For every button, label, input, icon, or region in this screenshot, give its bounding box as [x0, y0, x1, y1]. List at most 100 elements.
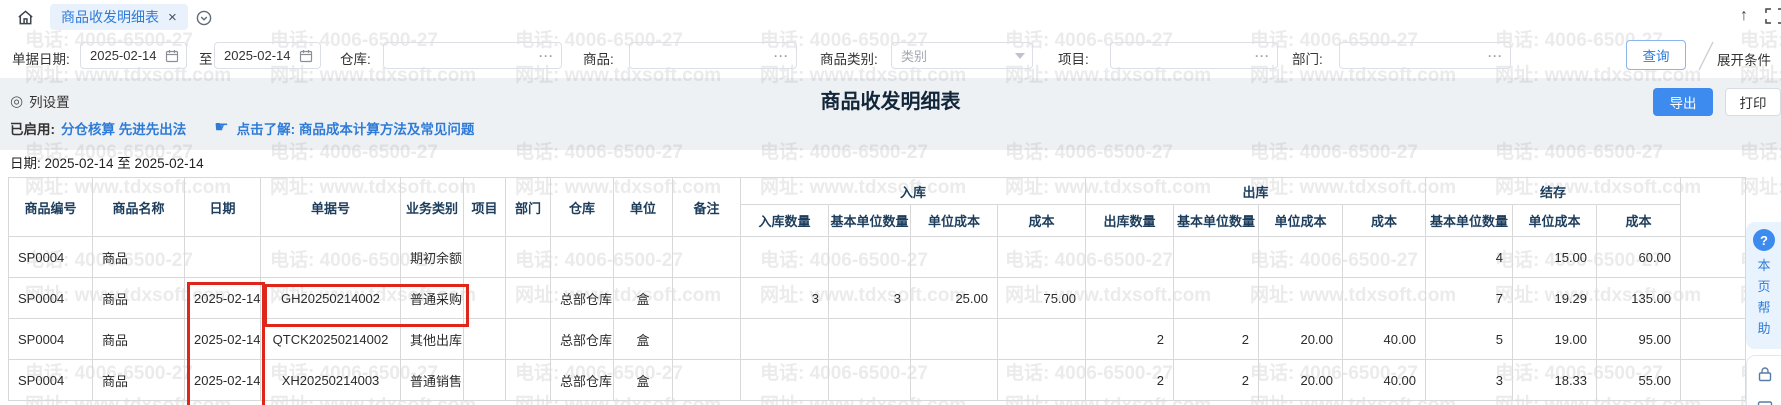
table-cell: 19.00 [1513, 319, 1597, 360]
column-header[interactable]: 单位 [614, 178, 673, 237]
chevron-down-icon [1015, 53, 1025, 59]
table-cell: 总部仓库 [551, 360, 614, 401]
table-cell: 40.00 [1343, 319, 1426, 360]
page-help-label: 本页帮助 [1757, 255, 1770, 339]
more-icon[interactable]: ··· [1255, 49, 1270, 63]
table-cell: 40.00 [1343, 360, 1426, 401]
column-header[interactable]: 成本 [1343, 205, 1426, 237]
column-header[interactable]: 日期 [185, 178, 261, 237]
table-cell [506, 319, 551, 360]
table-cell: 商品 [93, 360, 185, 401]
table-cell [1086, 278, 1174, 319]
report-date-range: 日期: 2025-02-14 至 2025-02-14 [10, 152, 204, 172]
enabled-methods-link[interactable]: 分仓核算 先进先出法 [61, 118, 186, 138]
table-cell [614, 237, 673, 278]
more-icon[interactable]: ··· [774, 49, 789, 63]
expand-window-icon[interactable] [1764, 7, 1781, 30]
column-header[interactable]: 成本 [998, 205, 1086, 237]
page-help-button[interactable]: ? 本页帮助 [1746, 222, 1781, 349]
date-end-value: 2025-02-14 [215, 48, 299, 63]
report-table: 商品编号商品名称日期单据号业务类别项目部门仓库单位备注入库出库结存入库数量基本单… [8, 177, 1746, 401]
warehouse-label: 仓库: [340, 48, 371, 68]
table-cell [829, 319, 911, 360]
column-header[interactable]: 基本单位数量 [1426, 205, 1513, 237]
column-header[interactable]: 业务类别 [401, 178, 464, 237]
table-cell [464, 237, 506, 278]
lock-icon[interactable] [1757, 366, 1773, 387]
column-header[interactable]: 单据号 [261, 178, 401, 237]
category-select[interactable]: 类别 [891, 42, 1033, 69]
pointing-hand-icon: ☛ [214, 120, 228, 136]
table-cell [741, 237, 829, 278]
date-start-input[interactable]: 2025-02-14 [80, 42, 187, 69]
table-cell: 盒 [614, 278, 673, 319]
table-cell: SP0004 [9, 360, 93, 401]
column-header[interactable]: 部门 [506, 178, 551, 237]
table-cell: 盒 [614, 319, 673, 360]
warehouse-input[interactable]: ··· [383, 42, 562, 69]
export-button[interactable]: 导出 [1653, 88, 1713, 116]
help-bubble-icon: ? [1753, 229, 1775, 251]
column-header[interactable]: 基本单位数量 [1174, 205, 1259, 237]
table-cell [464, 360, 506, 401]
tab-report[interactable]: 商品收发明细表 × [50, 4, 188, 30]
date-end-input[interactable]: 2025-02-14 [214, 42, 321, 69]
column-header[interactable]: 商品名称 [93, 178, 185, 237]
table-cell [464, 319, 506, 360]
table-cell [741, 360, 829, 401]
page-title: 商品收发明细表 [0, 85, 1781, 114]
column-header[interactable]: 成本 [1597, 205, 1681, 237]
table-row[interactable]: SP0004商品2025-02-14QTCK20250214002其他出库总部仓… [9, 319, 1746, 360]
column-header[interactable]: 单位成本 [911, 205, 998, 237]
table-row[interactable]: SP0004商品2025-02-14XH20250214003普通销售总部仓库盒… [9, 360, 1746, 401]
department-input[interactable]: ··· [1339, 42, 1511, 69]
table-cell: 商品 [93, 237, 185, 278]
table-cell: 总部仓库 [551, 319, 614, 360]
watermark-text: 网址: www.tdxsoft.com [1740, 172, 1781, 199]
table-cell: 18.33 [1513, 360, 1597, 401]
cost-help-link[interactable]: 点击了解: 商品成本计算方法及常见问题 [237, 118, 475, 138]
home-icon[interactable] [16, 8, 35, 32]
column-header[interactable]: 仓库 [551, 178, 614, 237]
table-cell [829, 360, 911, 401]
column-header[interactable]: 基本单位数量 [829, 205, 911, 237]
column-header[interactable]: 项目 [464, 178, 506, 237]
tab-list-icon[interactable] [196, 10, 212, 31]
product-input[interactable]: ··· [629, 42, 797, 69]
table-cell: 商品 [93, 319, 185, 360]
column-header[interactable]: 单位成本 [1513, 205, 1597, 237]
scroll-top-icon[interactable]: ↑ [1740, 7, 1748, 25]
tab-close-icon[interactable]: × [168, 10, 177, 25]
table-cell: 60.00 [1597, 237, 1681, 278]
feedback-icon[interactable] [1757, 399, 1773, 405]
filler-cell [1681, 319, 1746, 360]
column-header[interactable]: 备注 [673, 178, 741, 237]
column-header[interactable]: 单位成本 [1259, 205, 1343, 237]
table-row[interactable]: SP0004商品2025-02-14GH20250214002普通采购总部仓库盒… [9, 278, 1746, 319]
more-icon[interactable]: ··· [539, 49, 554, 63]
table-cell: 普通采购 [401, 278, 464, 319]
column-header[interactable]: 入库数量 [741, 205, 829, 237]
table-cell: 2 [1086, 319, 1174, 360]
more-icon[interactable]: ··· [1488, 49, 1503, 63]
query-button[interactable]: 查询 [1626, 40, 1686, 70]
table-cell: XH20250214003 [261, 360, 401, 401]
column-header[interactable]: 出库数量 [1086, 205, 1174, 237]
table-row[interactable]: SP0004商品期初余额415.0060.00 [9, 237, 1746, 278]
expand-conditions-link[interactable]: 展开条件 [1717, 49, 1771, 69]
table-cell [911, 360, 998, 401]
table-cell: 4 [1426, 237, 1513, 278]
table-cell: 25.00 [911, 278, 998, 319]
print-button[interactable]: 打印 [1725, 88, 1781, 116]
enabled-status-line: 已启用: 分仓核算 先进先出法 ☛ 点击了解: 商品成本计算方法及常见问题 [10, 118, 474, 138]
divider-slash [1697, 41, 1715, 76]
column-header[interactable]: 商品编号 [9, 178, 93, 237]
table-cell [551, 237, 614, 278]
table-cell: 3 [829, 278, 911, 319]
project-input[interactable]: ··· [1110, 42, 1278, 69]
table-cell: SP0004 [9, 237, 93, 278]
calendar-icon [299, 49, 313, 63]
table-cell [998, 360, 1086, 401]
group-header: 结存 [1426, 178, 1681, 205]
table-cell [1174, 278, 1259, 319]
